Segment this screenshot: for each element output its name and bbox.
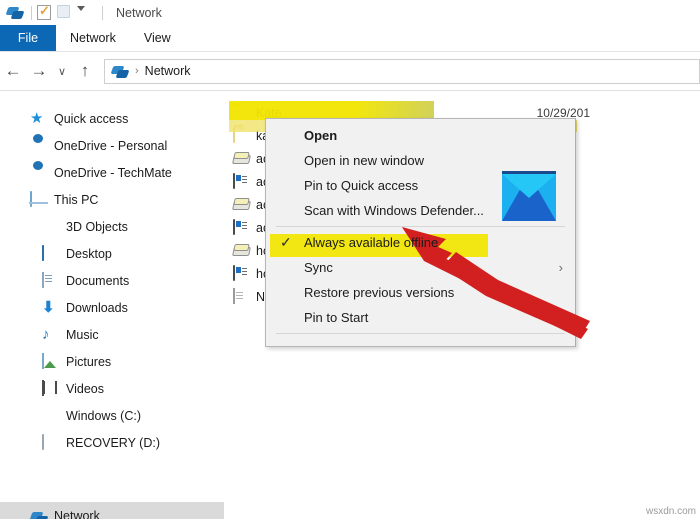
address-network-icon xyxy=(111,62,129,80)
watermark: wsxdn.com xyxy=(645,506,696,517)
sidebar-item-network[interactable]: Network xyxy=(0,502,224,519)
downloads-icon: ⬇ xyxy=(42,298,55,316)
windows-drive-icon xyxy=(42,408,58,424)
card-icon xyxy=(233,264,249,282)
sidebar-item-videos[interactable]: Videos xyxy=(0,375,224,402)
sidebar-item-label: OneDrive - Personal xyxy=(54,138,168,153)
tab-network[interactable]: Network xyxy=(56,25,130,51)
sidebar-item-label: OneDrive - TechMate xyxy=(54,165,172,180)
breadcrumb-separator: › xyxy=(135,65,139,77)
sidebar-item-documents[interactable]: Documents xyxy=(0,267,224,294)
sidebar-item-label: Downloads xyxy=(66,300,128,315)
sidebar-item-label: Documents xyxy=(66,273,130,288)
sidebar-item-onedrive-techmate[interactable]: OneDrive - TechMate xyxy=(0,159,224,186)
sidebar-item-label: Network xyxy=(54,508,100,519)
back-button[interactable]: ← xyxy=(0,56,26,86)
up-button[interactable]: ↑ xyxy=(72,56,98,86)
sidebar-item-label: Windows (C:) xyxy=(66,408,142,423)
menu-item-label: Open xyxy=(304,128,338,143)
sidebar-item-3d-objects[interactable]: 3D Objects xyxy=(0,213,224,240)
ribbon-tabs: File Network View xyxy=(0,25,700,52)
network-icon xyxy=(30,508,46,519)
sidebar-item-label: RECOVERY (D:) xyxy=(66,435,161,450)
sidebar-item-label: Pictures xyxy=(66,354,112,369)
pictures-icon xyxy=(42,352,58,370)
cloud-icon xyxy=(30,165,46,181)
menu-item-label: Open in new window xyxy=(304,153,424,168)
recent-locations-button[interactable]: ∨ xyxy=(52,56,72,86)
desktop-icon xyxy=(42,244,58,262)
customize-caret-icon[interactable] xyxy=(77,3,97,23)
sidebar-item-desktop[interactable]: Desktop xyxy=(0,240,224,267)
card-icon xyxy=(233,218,249,236)
stack-icon xyxy=(233,151,249,167)
file-explorer-window: Network File Network View ← → ∨ ↑ › Netw… xyxy=(0,0,700,519)
new-folder-icon[interactable] xyxy=(57,3,77,23)
window-title: Network xyxy=(116,5,162,20)
menu-item-open[interactable]: Open xyxy=(266,123,575,148)
stack-icon xyxy=(233,197,249,213)
star-icon: ★ xyxy=(30,109,44,127)
sidebar-item-label: This PC xyxy=(54,192,99,207)
address-bar[interactable]: › Network xyxy=(104,58,700,84)
menu-item-label: Sync xyxy=(304,260,333,275)
check-icon: ✓ xyxy=(280,234,292,250)
sidebar-item-downloads[interactable]: ⬇ Downloads xyxy=(0,294,224,321)
tab-view[interactable]: View xyxy=(130,25,185,51)
menu-item-always-available-offline[interactable]: ✓ Always available offline xyxy=(266,230,575,255)
sidebar-item-label: 3D Objects xyxy=(66,219,128,234)
properties-checkbox-icon[interactable] xyxy=(37,3,57,23)
sidebar-item-quick-access[interactable]: ★ Quick access xyxy=(0,105,224,132)
blue-x-thumbnail-icon xyxy=(502,171,556,221)
menu-item-label: Pin to Start xyxy=(304,310,369,325)
toolbar-divider-2 xyxy=(102,5,103,20)
sidebar-item-recovery-d[interactable]: RECOVERY (D:) xyxy=(0,429,224,456)
menu-item-open-in-new-window[interactable]: Open in new window xyxy=(266,148,575,173)
documents-icon xyxy=(42,271,58,289)
drive-icon xyxy=(42,433,58,451)
title-bar: Network xyxy=(0,0,700,25)
sidebar-item-windows-c[interactable]: Windows (C:) xyxy=(0,402,224,429)
menu-item-label: Always available offline xyxy=(304,235,439,250)
navigation-bar: ← → ∨ ↑ › Network xyxy=(0,52,700,91)
forward-button[interactable]: → xyxy=(26,56,52,86)
sidebar-item-label: Desktop xyxy=(66,246,112,261)
sidebar-item-pictures[interactable]: Pictures xyxy=(0,348,224,375)
card-icon xyxy=(233,172,249,190)
sidebar-item-label: Quick access xyxy=(54,111,129,126)
3d-objects-icon xyxy=(42,219,58,235)
sidebar-item-this-pc[interactable]: This PC xyxy=(0,186,224,213)
cloud-icon xyxy=(30,138,46,154)
stack-icon xyxy=(233,243,249,259)
sidebar-item-label: Music xyxy=(66,327,99,342)
breadcrumb[interactable]: Network xyxy=(145,64,191,78)
menu-item-label: Pin to Quick access xyxy=(304,178,419,193)
file-icon xyxy=(233,287,249,305)
music-icon: ♪ xyxy=(42,325,50,343)
sidebar-item-label: Videos xyxy=(66,381,104,396)
sidebar-item-onedrive-personal[interactable]: OneDrive - Personal xyxy=(0,132,224,159)
sidebar-item-music[interactable]: ♪ Music xyxy=(0,321,224,348)
tab-file[interactable]: File xyxy=(0,25,56,51)
navigation-pane: ★ Quick access OneDrive - Personal OneDr… xyxy=(0,91,224,519)
network-icon xyxy=(6,3,26,23)
menu-item-label: Scan with Windows Defender... xyxy=(304,203,484,218)
this-pc-icon xyxy=(30,190,46,208)
videos-icon xyxy=(42,379,58,397)
toolbar-divider xyxy=(31,5,32,20)
